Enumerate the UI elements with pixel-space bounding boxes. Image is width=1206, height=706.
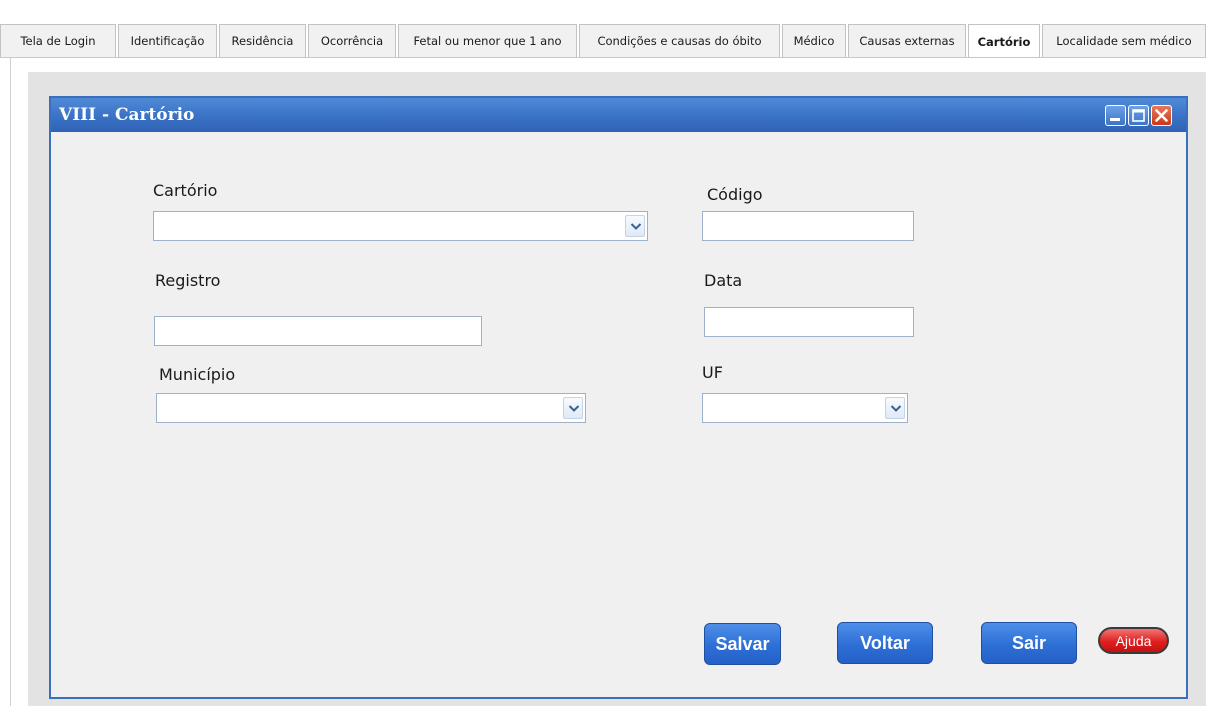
sair-button[interactable]: Sair	[981, 622, 1077, 664]
tab-condicoes-e-causas-do-obito[interactable]: Condições e causas do óbito	[579, 24, 780, 57]
registro-label: Registro	[155, 271, 221, 290]
minimize-button[interactable]	[1105, 105, 1126, 126]
tab-label: Identificação	[130, 34, 205, 48]
tab-label: Condições e causas do óbito	[597, 34, 762, 48]
cartorio-window: VIII - Cartório Cartório Código Registro…	[49, 96, 1188, 699]
chevron-down-icon[interactable]	[885, 397, 905, 419]
chevron-down-icon[interactable]	[563, 397, 583, 419]
tab-fetal-ou-menor-que-1-ano[interactable]: Fetal ou menor que 1 ano	[398, 24, 577, 57]
tab-label: Ocorrência	[320, 34, 384, 48]
tab-medico[interactable]: Médico	[782, 24, 846, 57]
tab-label: Cartório	[977, 34, 1031, 49]
tab-cartorio[interactable]: Cartório	[968, 24, 1040, 58]
codigo-label: Código	[707, 185, 763, 204]
tab-label: Localidade sem médico	[1056, 34, 1192, 48]
chevron-down-icon[interactable]	[625, 215, 645, 237]
tab-causas-externas[interactable]: Causas externas	[848, 24, 966, 57]
tab-localidade-sem-medico[interactable]: Localidade sem médico	[1042, 24, 1206, 57]
tab-residencia[interactable]: Residência	[219, 24, 306, 57]
cartorio-select[interactable]	[153, 211, 648, 241]
window-titlebar[interactable]: VIII - Cartório	[51, 98, 1186, 132]
maximize-icon	[1132, 109, 1145, 122]
maximize-button[interactable]	[1128, 105, 1149, 126]
tab-ocorrencia[interactable]: Ocorrência	[308, 24, 396, 57]
uf-select[interactable]	[702, 393, 908, 423]
tab-label: Médico	[793, 34, 835, 48]
ajuda-button[interactable]: Ajuda	[1098, 627, 1169, 654]
cartorio-label: Cartório	[153, 181, 218, 200]
minimize-icon	[1110, 118, 1120, 121]
tab-label: Tela de Login	[20, 34, 96, 48]
uf-label: UF	[702, 363, 723, 382]
municipio-select[interactable]	[156, 393, 586, 423]
app-root: Tela de Login Identificação Residência O…	[0, 0, 1206, 706]
salvar-button[interactable]: Salvar	[704, 623, 781, 665]
close-icon	[1155, 109, 1168, 122]
tab-label: Fetal ou menor que 1 ano	[413, 34, 562, 48]
close-button[interactable]	[1151, 105, 1172, 126]
tab-strip: Tela de Login Identificação Residência O…	[0, 24, 1206, 60]
data-label: Data	[704, 271, 743, 290]
tab-label: Causas externas	[859, 34, 955, 48]
voltar-button[interactable]: Voltar	[837, 622, 933, 664]
window-title: VIII - Cartório	[59, 105, 195, 125]
data-input[interactable]	[704, 307, 914, 337]
panel-border	[10, 58, 11, 706]
tab-strip-divider	[0, 57, 1206, 58]
registro-input[interactable]	[154, 316, 482, 346]
codigo-input[interactable]	[702, 211, 914, 241]
tab-identificacao[interactable]: Identificação	[118, 24, 217, 57]
tab-tela-de-login[interactable]: Tela de Login	[0, 24, 116, 57]
tab-label: Residência	[231, 34, 294, 48]
municipio-label: Município	[159, 365, 236, 384]
